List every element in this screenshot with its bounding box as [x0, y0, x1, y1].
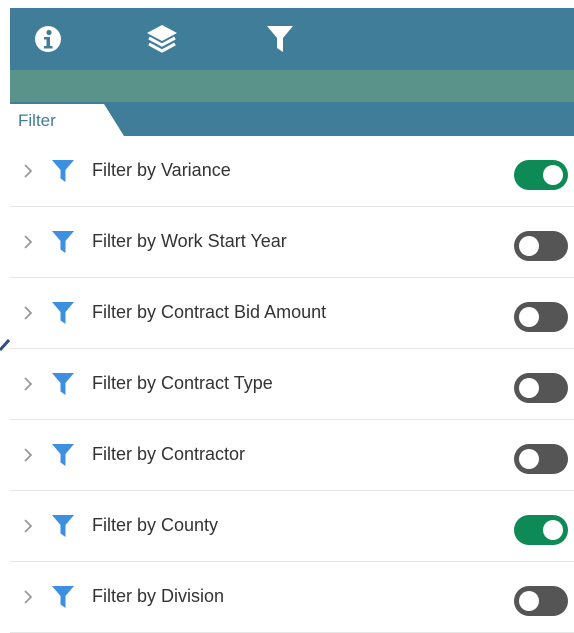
chevron-right-icon[interactable] [22, 233, 34, 251]
filter-label: Filter by Contract Bid Amount [92, 302, 327, 322]
info-icon [35, 26, 61, 52]
chevron-right-icon[interactable] [22, 304, 34, 322]
toggle-knob [519, 449, 539, 469]
filter-row: Filter by County [10, 491, 574, 562]
funnel-icon [52, 231, 74, 253]
layers-icon [147, 25, 177, 53]
filter-icon [267, 26, 293, 52]
chevron-right-icon[interactable] [22, 375, 34, 393]
filter-toggle[interactable] [514, 302, 568, 332]
filter-panel: Filter Filter by Variance Filter by Work … [10, 0, 574, 633]
filter-list: Filter by Variance Filter by Work Start Y… [10, 136, 574, 633]
panel-subbar [10, 70, 574, 102]
tab-filter-label: Filter [18, 111, 56, 130]
funnel-icon [52, 515, 74, 537]
tab-filter[interactable]: Filter [10, 104, 102, 136]
chevron-right-icon[interactable] [22, 446, 34, 464]
filter-button[interactable] [260, 20, 300, 58]
filter-label: Filter by Variance [92, 160, 231, 180]
filter-row: Filter by Work Start Year [10, 207, 574, 278]
chevron-right-icon[interactable] [22, 517, 34, 535]
filter-row: Filter by Contract Bid Amount [10, 278, 574, 349]
funnel-icon [52, 586, 74, 608]
toggle-knob [519, 378, 539, 398]
filter-toggle[interactable] [514, 515, 568, 545]
filter-toggle[interactable] [514, 373, 568, 403]
funnel-icon [52, 444, 74, 466]
filter-toggle[interactable] [514, 444, 568, 474]
layers-button[interactable] [142, 20, 182, 58]
filter-label: Filter by County [92, 515, 219, 535]
tab-strip-fill [104, 104, 574, 136]
toggle-knob [519, 307, 539, 327]
left-edge-mark [0, 338, 10, 352]
filter-row: Filter by Variance [10, 136, 574, 207]
panel-toolbar [10, 8, 574, 70]
funnel-icon [52, 373, 74, 395]
filter-toggle[interactable] [514, 586, 568, 616]
info-button[interactable] [28, 20, 68, 58]
filter-label: Filter by Division [92, 586, 225, 606]
filter-row: Filter by Contract Type [10, 349, 574, 420]
filter-row: Filter by Division [10, 562, 574, 633]
funnel-icon [52, 160, 74, 182]
funnel-icon [52, 302, 74, 324]
filter-label: Filter by Contractor [92, 444, 246, 464]
filter-label: Filter by Contract Type [92, 373, 273, 393]
filter-label: Filter by Work Start Year [92, 231, 287, 251]
toggle-knob [519, 591, 539, 611]
toggle-knob [543, 165, 563, 185]
chevron-right-icon[interactable] [22, 162, 34, 180]
left-background-strip [0, 0, 10, 614]
chevron-right-icon[interactable] [22, 588, 34, 606]
toggle-knob [543, 520, 563, 540]
filter-row: Filter by Contractor [10, 420, 574, 491]
filter-toggle[interactable] [514, 160, 568, 190]
toggle-knob [519, 236, 539, 256]
filter-toggle[interactable] [514, 231, 568, 261]
